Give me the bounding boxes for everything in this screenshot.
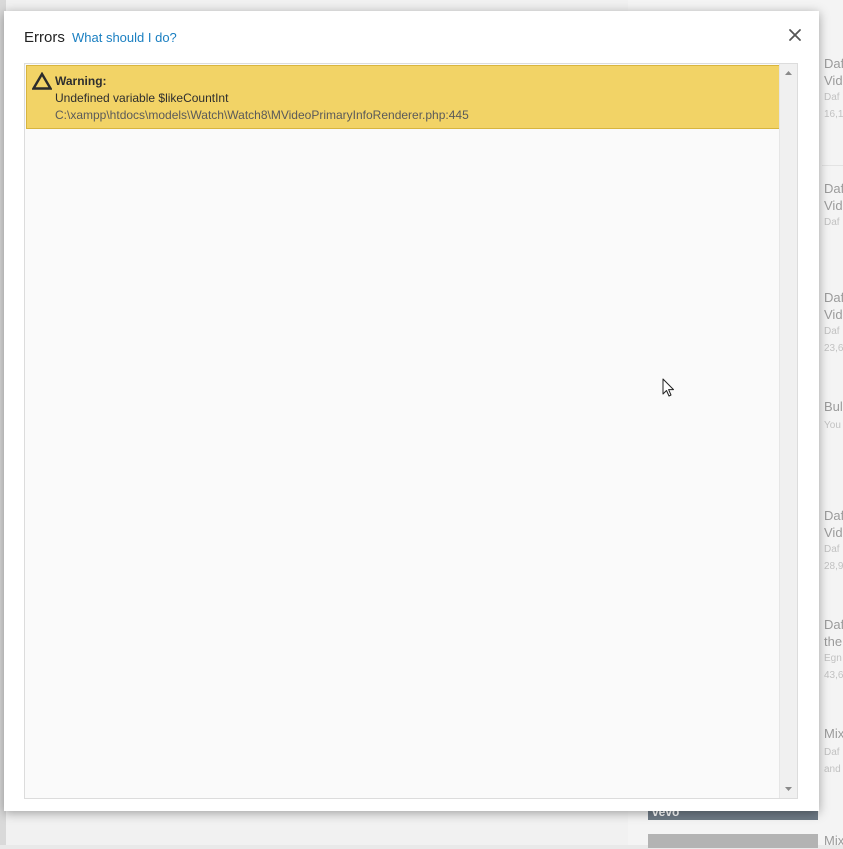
help-link[interactable]: What should I do?	[72, 30, 177, 45]
related-video-item[interactable]: Daf Vid Daf 28,9	[824, 507, 843, 575]
warning-type: Warning:	[55, 74, 107, 88]
errors-dialog: Errors What should I do? Warning: Undefi…	[4, 11, 819, 811]
related-video-item[interactable]: Mix	[824, 832, 843, 849]
warning-file-path: C:\xampp\htdocs\models\Watch\Watch8\MVid…	[55, 108, 469, 122]
dialog-header: Errors What should I do?	[4, 11, 819, 63]
error-list: Warning: Undefined variable $likeCountIn…	[25, 64, 782, 798]
warning-message: Undefined variable $likeCountInt	[55, 91, 229, 105]
related-video-item[interactable]: Daf the Egn 43,6	[824, 616, 843, 684]
mouse-cursor-icon	[662, 378, 676, 403]
related-video-item[interactable]: Bul You	[824, 398, 843, 434]
vertical-scrollbar[interactable]	[779, 64, 797, 798]
scroll-down-arrow-icon[interactable]	[780, 782, 797, 796]
error-list-pane: Warning: Undefined variable $likeCountIn…	[24, 63, 798, 799]
related-video-item[interactable]: Daf Vid Daf 23,6	[824, 289, 843, 357]
related-video-item[interactable]: Mix Daf and	[824, 725, 843, 778]
related-video-item[interactable]: Daf Vid Daf	[824, 180, 843, 231]
scroll-up-arrow-icon[interactable]	[780, 66, 797, 80]
warning-entry: Warning: Undefined variable $likeCountIn…	[26, 65, 780, 129]
related-video-item[interactable]: Daf Vid Daf 16,1	[824, 55, 843, 123]
divider	[822, 165, 843, 166]
video-thumbnail[interactable]	[648, 834, 818, 848]
warning-triangle-icon	[31, 71, 53, 95]
close-icon[interactable]	[785, 25, 805, 45]
dialog-title: Errors	[24, 29, 65, 46]
